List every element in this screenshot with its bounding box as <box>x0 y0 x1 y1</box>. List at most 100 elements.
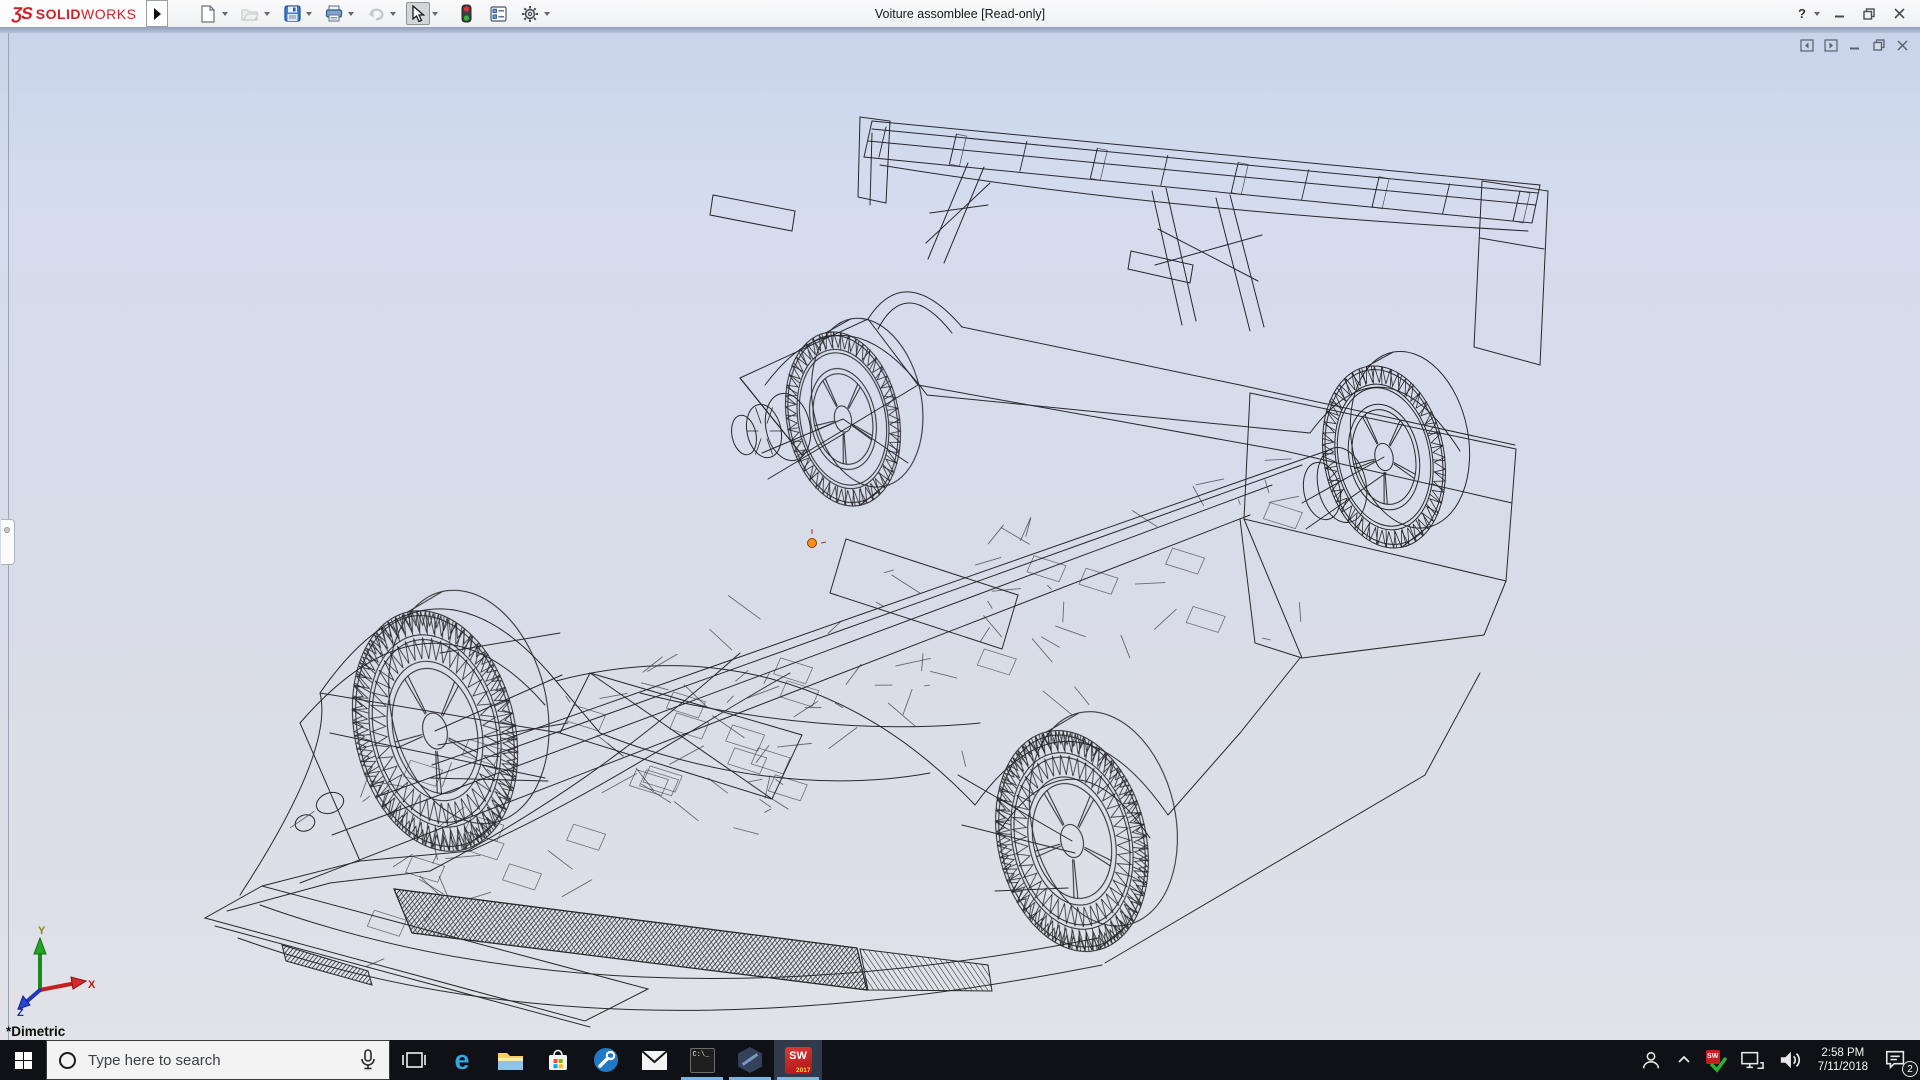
file-explorer-icon <box>497 1049 524 1072</box>
print-dropdown[interactable] <box>346 2 356 25</box>
pinned-apps: e <box>390 1040 822 1080</box>
taskbar-clock[interactable]: 2:58 PM 7/11/2018 <box>1809 1040 1877 1080</box>
traffic-light-icon <box>461 4 472 23</box>
help-dropdown[interactable] <box>1812 2 1822 25</box>
save-dropdown[interactable] <box>304 2 314 25</box>
undo-dropdown[interactable] <box>388 2 398 25</box>
document-restore-button[interactable] <box>1871 38 1886 52</box>
pane-splitter-tab[interactable] <box>1 519 15 565</box>
sw-resource-monitor-icon: SW <box>1706 1050 1726 1070</box>
task-view-icon <box>401 1048 427 1072</box>
pane-previous-button[interactable] <box>1799 38 1814 52</box>
undo-icon <box>367 6 385 22</box>
notification-badge: 2 <box>1902 1061 1918 1077</box>
solidworks-2017-icon: SW2017 <box>785 1047 812 1074</box>
speaker-icon <box>1778 1049 1802 1071</box>
taskbar-search[interactable] <box>46 1040 390 1080</box>
search-input[interactable] <box>88 1052 347 1069</box>
gear-icon <box>521 5 539 23</box>
windows-logo-icon <box>15 1052 32 1069</box>
chevron-up-icon <box>1676 1052 1692 1068</box>
flyout-arrow-icon <box>154 8 161 20</box>
pane-next-icon <box>1824 39 1838 52</box>
options-button[interactable] <box>518 2 542 25</box>
minimize-button[interactable] <box>1826 3 1852 25</box>
taskbar-app-file-explorer[interactable] <box>486 1040 534 1080</box>
help-button[interactable]: ? <box>1796 6 1808 21</box>
axis-z-label: Z <box>17 1007 24 1016</box>
command-prompt-icon: C:\_ <box>690 1048 715 1073</box>
print-icon <box>325 5 343 22</box>
taskbar-app-store[interactable] <box>534 1040 582 1080</box>
restore-icon <box>1863 8 1875 20</box>
store-icon <box>546 1048 570 1073</box>
open-dropdown[interactable] <box>262 2 272 25</box>
people-button[interactable] <box>1633 1040 1669 1080</box>
windows-taskbar: e <box>0 1040 1920 1080</box>
select-tool-dropdown[interactable] <box>430 2 440 25</box>
network-button[interactable] <box>1733 1040 1771 1080</box>
solidworks-logo-solid: SOLID <box>36 6 81 22</box>
taskbar-app-edge[interactable]: e <box>438 1040 486 1080</box>
new-document-button[interactable] <box>196 2 220 25</box>
volume-button[interactable] <box>1771 1040 1809 1080</box>
clock-time: 2:58 PM <box>1821 1046 1864 1060</box>
close-button[interactable] <box>1886 3 1912 25</box>
action-center-button[interactable]: 2 <box>1877 1040 1920 1080</box>
taskbar-app-mail[interactable] <box>630 1040 678 1080</box>
document-close-button[interactable] <box>1895 38 1910 52</box>
menu-flyout-button[interactable] <box>146 0 168 27</box>
new-document-dropdown[interactable] <box>220 2 230 25</box>
options-dropdown[interactable] <box>542 2 552 25</box>
select-tool-button[interactable] <box>406 2 430 25</box>
print-button[interactable] <box>322 2 346 25</box>
microphone-icon[interactable] <box>359 1049 377 1071</box>
taskbar-app-setup-tool[interactable] <box>582 1040 630 1080</box>
axis-y-label: Y <box>38 925 46 937</box>
save-icon <box>284 5 301 22</box>
select-cursor-icon <box>411 5 425 23</box>
task-view-button[interactable] <box>390 1040 438 1080</box>
pane-previous-icon <box>1800 39 1814 52</box>
reference-triad: Y X Z <box>14 924 100 1016</box>
solidworks-logo-mark: ƷS <box>10 4 33 24</box>
taskbar-app-modeling[interactable] <box>726 1040 774 1080</box>
people-icon <box>1640 1049 1662 1071</box>
cortana-icon <box>59 1052 76 1069</box>
splitter-grip-icon <box>4 527 10 533</box>
minimize-icon <box>1834 8 1845 19</box>
taskbar-app-solidworks[interactable]: SW2017 <box>774 1040 822 1080</box>
close-icon <box>1894 8 1905 19</box>
document-close-icon <box>1897 40 1908 51</box>
open-folder-icon <box>241 6 259 22</box>
title-bar: ƷS SOLIDWORKS <box>0 0 1920 27</box>
wrench-circle-icon <box>593 1047 619 1073</box>
file-properties-icon <box>490 6 507 22</box>
solidworks-logo-works: WORKS <box>81 6 136 22</box>
hexagon-app-icon <box>737 1047 763 1073</box>
pane-next-button[interactable] <box>1823 38 1838 52</box>
open-button[interactable] <box>238 2 262 25</box>
document-window-controls <box>1799 38 1910 52</box>
system-tray: SW 2:58 PM 7/11/2018 <box>1633 1040 1920 1080</box>
edge-icon: e <box>454 1047 469 1074</box>
file-properties-button[interactable] <box>486 2 510 25</box>
graphics-viewport[interactable]: Y X Z *Dimetric <box>0 33 1920 1040</box>
start-button[interactable] <box>0 1040 46 1080</box>
rebuild-button[interactable] <box>454 2 478 25</box>
clock-date: 7/11/2018 <box>1818 1060 1868 1074</box>
hidden-icons-button[interactable] <box>1669 1040 1699 1080</box>
document-minimize-button[interactable] <box>1847 38 1862 52</box>
wireframe-car-model[interactable] <box>0 33 1920 1040</box>
green-check-icon <box>1708 1054 1728 1074</box>
new-document-icon <box>200 5 216 23</box>
mail-icon <box>641 1050 668 1071</box>
undo-button[interactable] <box>364 2 388 25</box>
taskbar-app-command-prompt[interactable]: C:\_ <box>678 1040 726 1080</box>
axis-x-label: X <box>88 979 96 991</box>
document-minimize-icon <box>1849 40 1860 51</box>
save-button[interactable] <box>280 2 304 25</box>
view-orientation-label: *Dimetric <box>6 1024 65 1039</box>
restore-button[interactable] <box>1856 3 1882 25</box>
solidworks-resource-monitor[interactable]: SW <box>1699 1040 1733 1080</box>
